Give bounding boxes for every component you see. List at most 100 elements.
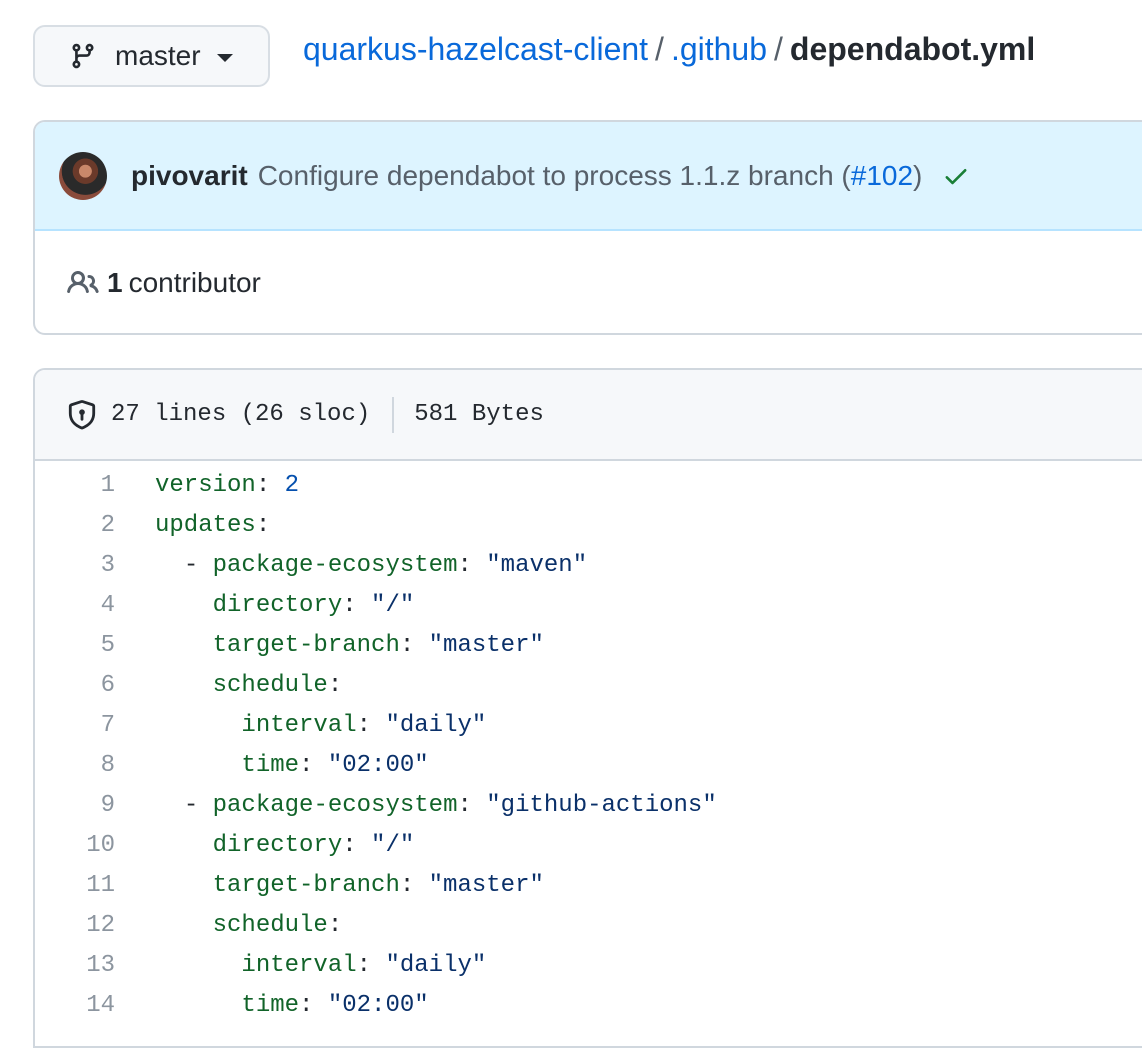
yaml-colon: :: [356, 712, 372, 739]
yaml-key: schedule: [212, 912, 328, 939]
file-info-header: 27 lines (26 sloc) 581 Bytes: [35, 370, 1142, 461]
yaml-key: time: [241, 752, 300, 779]
line-content: directory: "/": [115, 826, 415, 866]
yaml-colon: :: [457, 552, 472, 579]
line-number[interactable]: 12: [35, 906, 115, 946]
yaml-colon: :: [299, 752, 314, 779]
line-content: target-branch: "master": [115, 866, 544, 906]
line-number[interactable]: 4: [35, 586, 115, 626]
line-number[interactable]: 11: [35, 866, 115, 906]
branch-name: master: [115, 40, 201, 71]
caret-down-icon: [216, 54, 233, 62]
branch-select-button[interactable]: master: [33, 25, 270, 87]
file-size: 581 Bytes: [414, 401, 544, 428]
breadcrumb-folder-link[interactable]: .github: [671, 31, 767, 67]
line-content: interval: "daily": [115, 946, 486, 986]
line-number[interactable]: 5: [35, 626, 115, 666]
shield-icon[interactable]: [67, 399, 97, 430]
yaml-key: target-branch: [212, 632, 400, 659]
line-content: time: "02:00": [115, 746, 429, 786]
yaml-colon: :: [255, 472, 271, 499]
line-number[interactable]: 13: [35, 946, 115, 986]
check-icon[interactable]: [942, 162, 970, 190]
yaml-key: directory: [212, 832, 343, 859]
line-content: time: "02:00": [115, 986, 428, 1026]
commit-author-link[interactable]: pivovarit: [131, 160, 248, 192]
git-branch-icon: [69, 42, 97, 70]
file-line-count: 27 lines (26 sloc): [111, 401, 371, 428]
code-line: 8 time: "02:00": [35, 746, 1142, 786]
divider: [392, 396, 395, 433]
yaml-key: directory: [212, 592, 343, 619]
line-content: schedule:: [115, 906, 343, 946]
contributor-count: 1: [107, 267, 123, 298]
contributors-row[interactable]: 1 contributor: [35, 231, 1142, 333]
yaml-colon: :: [356, 952, 372, 979]
people-icon: [67, 267, 99, 299]
line-number[interactable]: 3: [35, 546, 115, 586]
commit-header: pivovarit Configure dependabot to proces…: [35, 122, 1142, 231]
code-line: 7 interval: "daily": [35, 706, 1142, 746]
pull-request-link[interactable]: #102: [851, 160, 913, 191]
yaml-value: "github-actions": [486, 792, 717, 819]
yaml-value: 2: [284, 472, 300, 499]
yaml-value: "/": [371, 592, 415, 619]
code-line: 6 schedule:: [35, 666, 1142, 706]
line-content: target-branch: "master": [115, 626, 544, 666]
yaml-key: interval: [241, 952, 357, 979]
line-number[interactable]: 1: [35, 466, 115, 506]
yaml-colon: :: [457, 792, 472, 819]
yaml-colon: :: [255, 512, 271, 539]
yaml-value: "/": [371, 832, 415, 859]
line-number[interactable]: 8: [35, 746, 115, 786]
line-number[interactable]: 9: [35, 786, 115, 826]
yaml-colon: :: [399, 632, 415, 659]
line-number[interactable]: 7: [35, 706, 115, 746]
line-content: interval: "daily": [115, 706, 486, 746]
breadcrumb-repo-link[interactable]: quarkus-hazelcast-client: [303, 31, 648, 67]
yaml-key: package-ecosystem: [212, 552, 458, 579]
code-line: 14 time: "02:00": [35, 986, 1142, 1026]
code-line: 12 schedule:: [35, 906, 1142, 946]
breadcrumb: quarkus-hazelcast-client / .github / dependa…: [303, 28, 1035, 70]
yaml-value: "daily": [385, 952, 487, 979]
code-line: 11 target-branch: "master": [35, 866, 1142, 906]
line-number[interactable]: 2: [35, 506, 115, 546]
code-line: 9 - package-ecosystem: "github-actions": [35, 786, 1142, 826]
line-number[interactable]: 14: [35, 986, 115, 1026]
yaml-colon: :: [342, 592, 357, 619]
line-content: - package-ecosystem: "github-actions": [115, 786, 717, 826]
yaml-list-dash: -: [183, 792, 213, 819]
code-line: 1 version: 2: [35, 466, 1142, 506]
line-content: - package-ecosystem: "maven": [115, 546, 587, 586]
avatar[interactable]: [59, 151, 107, 200]
code-line: 2 updates:: [35, 506, 1142, 546]
yaml-list-dash: -: [183, 552, 213, 579]
commit-message-link[interactable]: Configure dependabot to process 1.1.z br…: [258, 160, 851, 191]
code-line: 4 directory: "/": [35, 586, 1142, 626]
yaml-key: target-branch: [212, 872, 400, 899]
yaml-key: time: [241, 992, 300, 1019]
code-line: 13 interval: "daily": [35, 946, 1142, 986]
yaml-value: "02:00": [327, 752, 429, 779]
line-number[interactable]: 10: [35, 826, 115, 866]
yaml-value: "maven": [486, 552, 588, 579]
breadcrumb-separator: /: [774, 31, 783, 67]
line-content: directory: "/": [115, 586, 415, 626]
yaml-key: updates: [155, 512, 256, 539]
line-number[interactable]: 6: [35, 666, 115, 706]
breadcrumb-current-file: dependabot.yml: [789, 31, 1036, 67]
commit-message: Configure dependabot to process 1.1.z br…: [258, 160, 923, 192]
yaml-colon: :: [342, 832, 357, 859]
